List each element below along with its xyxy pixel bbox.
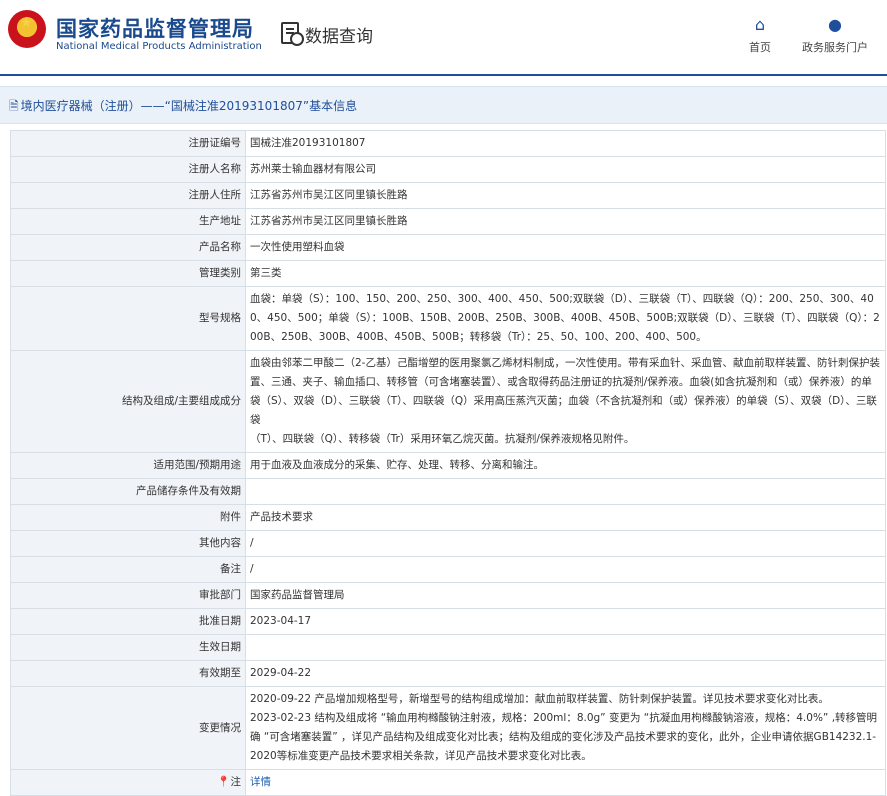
- change-entry: 2023-02-23 结构及组成将 “输血用枸橼酸钠注射液，规格：200ml：8…: [250, 712, 878, 762]
- field-value: [245, 634, 886, 661]
- field-label: 审批部门: [10, 582, 246, 609]
- field-value: 江苏省苏州市吴江区同里镇长胜路: [245, 182, 886, 209]
- table-row: 📍注 详情: [10, 769, 886, 796]
- field-label: 📍注: [10, 769, 246, 796]
- table-row: 变更情况 2020-09-22 产品增加规格型号，新增型号的结构组成增加：献血前…: [10, 686, 886, 770]
- field-value: 第三类: [245, 260, 886, 287]
- change-entry: 2020-09-22 产品增加规格型号，新增型号的结构组成增加：献血前取样装置、…: [250, 693, 829, 705]
- field-value: 一次性使用塑料血袋: [245, 234, 886, 261]
- field-value: 血袋：单袋（S）：100、150、200、250、300、400、450、500…: [245, 286, 886, 351]
- nav-gov-portal[interactable]: ● 政务服务门户: [798, 16, 872, 55]
- field-label: 产品储存条件及有效期: [10, 478, 246, 505]
- field-label: 注册人住所: [10, 182, 246, 209]
- document-icon: 🗎: [9, 99, 19, 113]
- table-row: 结构及组成/主要组成成分 血袋由邻苯二甲酸二（2-乙基）己酯增塑的医用聚氯乙烯材…: [10, 350, 886, 453]
- field-value: 江苏省苏州市吴江区同里镇长胜路: [245, 208, 886, 235]
- field-value: 详情: [245, 769, 886, 796]
- table-row: 管理类别 第三类: [10, 260, 886, 287]
- device-info-table: 注册证编号 国械注准20193101807 注册人名称 苏州莱士输血器材有限公司…: [10, 130, 886, 796]
- field-value: 产品技术要求: [245, 504, 886, 531]
- header-divider: [0, 74, 887, 76]
- home-icon: ⌂: [754, 15, 766, 34]
- field-value: /: [245, 530, 886, 557]
- table-row: 审批部门 国家药品监督管理局: [10, 582, 886, 609]
- structure-text-line: （T）、四联袋（Q）、转移袋（Tr）采用环氧乙烷灭菌。抗凝剂/保养液规格见附件。: [250, 433, 635, 445]
- field-label: 生效日期: [10, 634, 246, 661]
- org-name-cn: 国家药品监督管理局: [56, 17, 254, 41]
- field-value: [245, 478, 886, 505]
- table-row: 备注 /: [10, 556, 886, 583]
- field-label: 注册人名称: [10, 156, 246, 183]
- field-label: 批准日期: [10, 608, 246, 635]
- nav-home[interactable]: ⌂ 首页: [740, 16, 780, 55]
- field-label: 有效期至: [10, 660, 246, 687]
- field-label: 备注: [10, 556, 246, 583]
- table-row: 注册人名称 苏州莱士输血器材有限公司: [10, 156, 886, 183]
- field-value: 2020-09-22 产品增加规格型号，新增型号的结构组成增加：献血前取样装置、…: [245, 686, 886, 770]
- details-link[interactable]: 详情: [250, 776, 271, 788]
- field-value: 用于血液及血液成分的采集、贮存、处理、转移、分离和输注。: [245, 452, 886, 479]
- field-label: 适用范围/预期用途: [10, 452, 246, 479]
- table-row: 注册人住所 江苏省苏州市吴江区同里镇长胜路: [10, 182, 886, 209]
- table-row: 适用范围/预期用途 用于血液及血液成分的采集、贮存、处理、转移、分离和输注。: [10, 452, 886, 479]
- breadcrumb: 🗎 境内医疗器械（注册）——“国械注准20193101807”基本信息: [0, 86, 887, 124]
- field-label: 型号规格: [10, 286, 246, 351]
- table-row: 有效期至 2029-04-22: [10, 660, 886, 687]
- field-label: 结构及组成/主要组成成分: [10, 350, 246, 453]
- table-row: 生效日期: [10, 634, 886, 661]
- field-value: 国械注准20193101807: [245, 130, 886, 157]
- field-label: 产品名称: [10, 234, 246, 261]
- field-value: 国家药品监督管理局: [245, 582, 886, 609]
- field-value: 苏州莱士输血器材有限公司: [245, 156, 886, 183]
- national-emblem-logo: ★: [8, 10, 46, 48]
- user-icon: ●: [828, 15, 842, 34]
- breadcrumb-text: 境内医疗器械（注册）——“国械注准20193101807”基本信息: [20, 99, 358, 113]
- field-label: 变更情况: [10, 686, 246, 770]
- site-header: ★ 国家药品监督管理局 National Medical Products Ad…: [0, 0, 887, 76]
- org-name-en: National Medical Products Administration: [56, 41, 262, 52]
- field-value: /: [245, 556, 886, 583]
- field-value: 血袋由邻苯二甲酸二（2-乙基）己酯增塑的医用聚氯乙烯材料制成，一次性使用。带有采…: [245, 350, 886, 453]
- table-row: 其他内容 /: [10, 530, 886, 557]
- nav-home-label: 首页: [749, 41, 771, 54]
- field-label: 注册证编号: [10, 130, 246, 157]
- table-row: 附件 产品技术要求: [10, 504, 886, 531]
- field-label: 管理类别: [10, 260, 246, 287]
- field-value: 2029-04-22: [245, 660, 886, 687]
- note-label: 注: [230, 776, 242, 788]
- location-pin-icon: 📍: [217, 776, 231, 788]
- magnifier-icon: [290, 32, 304, 46]
- table-row: 生产地址 江苏省苏州市吴江区同里镇长胜路: [10, 208, 886, 235]
- field-label: 附件: [10, 504, 246, 531]
- structure-text-line: 血袋由邻苯二甲酸二（2-乙基）己酯增塑的医用聚氯乙烯材料制成，一次性使用。带有采…: [250, 357, 880, 426]
- table-row: 产品名称 一次性使用塑料血袋: [10, 234, 886, 261]
- table-row: 批准日期 2023-04-17: [10, 608, 886, 635]
- table-row: 型号规格 血袋：单袋（S）：100、150、200、250、300、400、45…: [10, 286, 886, 351]
- table-row: 产品储存条件及有效期: [10, 478, 886, 505]
- table-row: 注册证编号 国械注准20193101807: [10, 130, 886, 157]
- field-label: 生产地址: [10, 208, 246, 235]
- nav-gov-portal-label: 政务服务门户: [802, 41, 868, 54]
- field-label: 其他内容: [10, 530, 246, 557]
- page-title: 数据查询: [305, 27, 373, 47]
- field-value: 2023-04-17: [245, 608, 886, 635]
